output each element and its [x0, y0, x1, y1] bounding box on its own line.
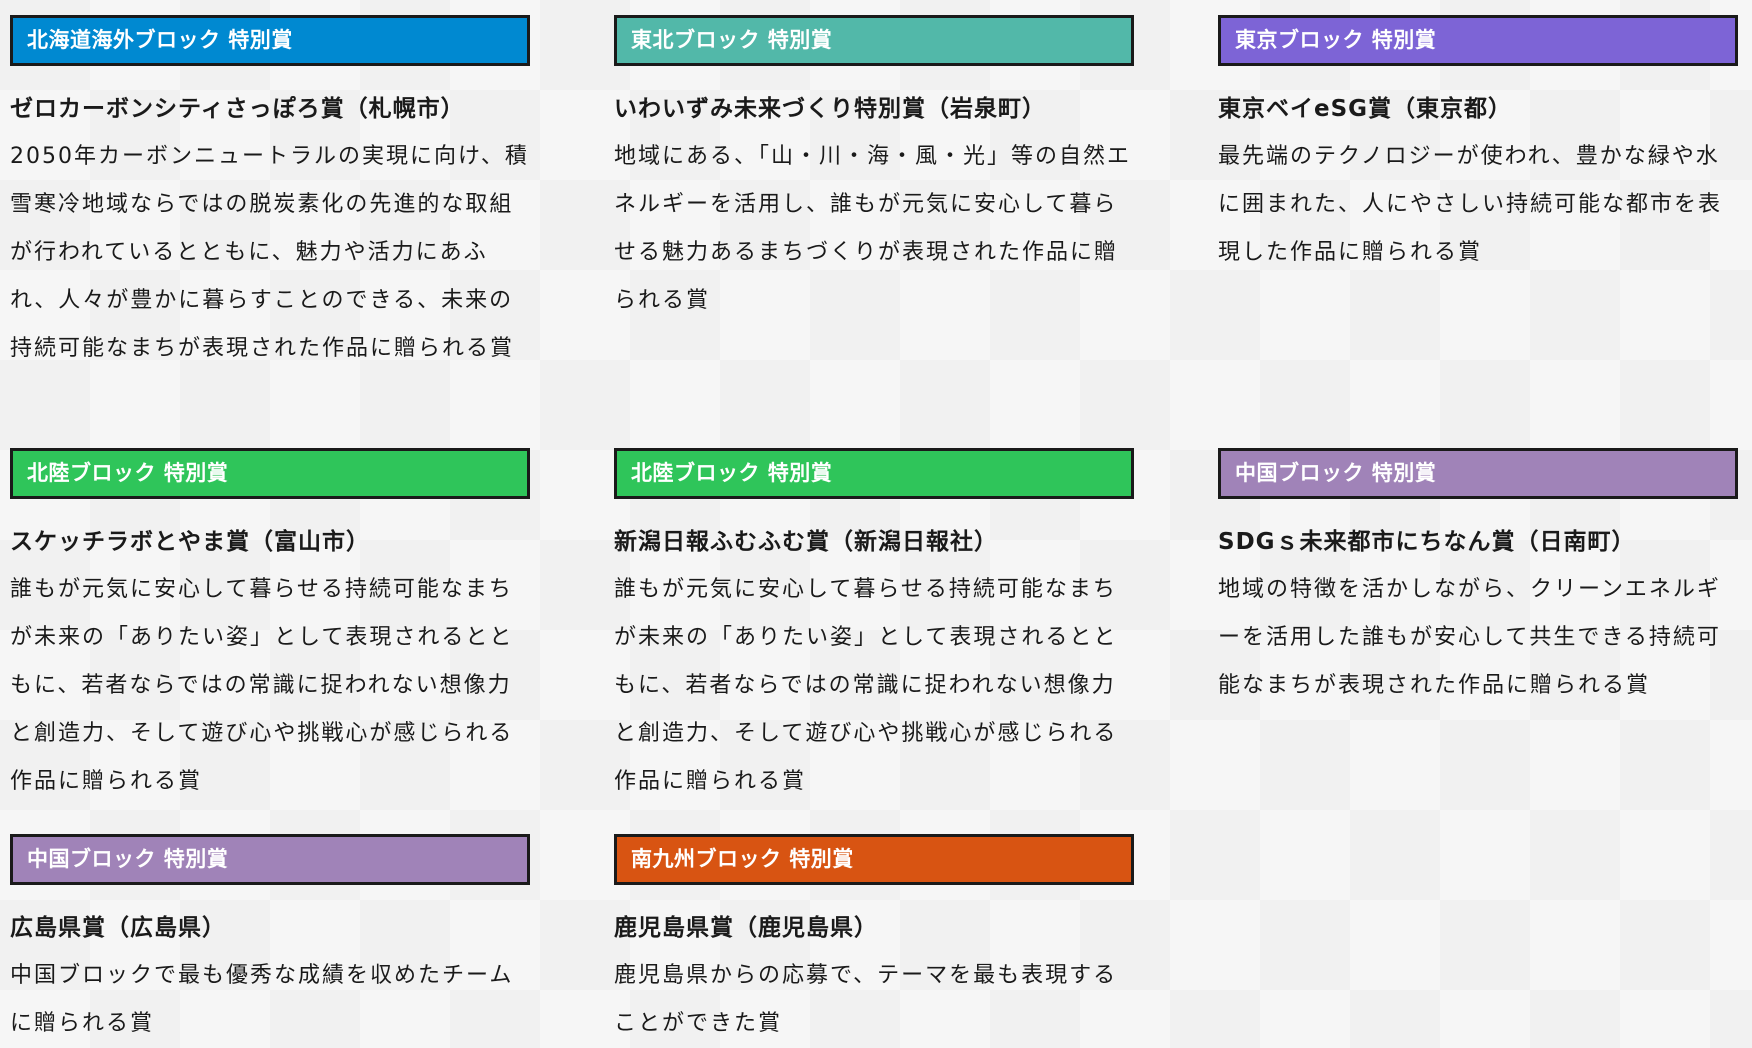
award-card: 北海道海外ブロック 特別賞 ゼロカーボンシティさっぽろ賞（札幌市） 2050年カ… [10, 15, 530, 448]
block-badge: 南九州ブロック 特別賞 [614, 834, 1134, 885]
block-badge: 東京ブロック 特別賞 [1218, 15, 1738, 66]
award-description: 誰もが元気に安心して暮らせる持続可能なまちが未来の「ありたい姿」として表現される… [614, 577, 1118, 794]
award-name: SDGｓ未来都市にちなん賞（日南町） [1218, 529, 1636, 555]
award-description: 最先端のテクノロジーが使われ、豊かな緑や水に囲まれた、人にやさしい持続可能な都市… [1218, 144, 1723, 265]
block-badge: 東北ブロック 特別賞 [614, 15, 1134, 66]
award-name: スケッチラボとやま賞（富山市） [10, 529, 370, 555]
award-description: 地域にある、「山・川・海・風・光」等の自然エネルギーを活用し、誰もが元気に安心し… [614, 144, 1132, 313]
award-name: 広島県賞（広島県） [10, 915, 226, 941]
award-card: 南九州ブロック 特別賞 鹿児島県賞（鹿児島県） 鹿児島県からの応募で、テーマを最… [614, 834, 1134, 1046]
award-card: 北陸ブロック 特別賞 スケッチラボとやま賞（富山市） 誰もが元気に安心して暮らせ… [10, 448, 530, 834]
award-name: 鹿児島県賞（鹿児島県） [614, 915, 878, 941]
block-badge: 北海道海外ブロック 特別賞 [10, 15, 530, 66]
award-description: 誰もが元気に安心して暮らせる持続可能なまちが未来の「ありたい姿」として表現される… [10, 577, 514, 794]
award-name: 東京ベイeSG賞（東京都） [1218, 96, 1513, 122]
award-card: 東北ブロック 特別賞 いわいずみ未来づくり特別賞（岩泉町） 地域にある、「山・川… [614, 15, 1134, 448]
award-card: 北陸ブロック 特別賞 新潟日報ふむふむ賞（新潟日報社） 誰もが元気に安心して暮ら… [614, 448, 1134, 834]
award-name: 新潟日報ふむふむ賞（新潟日報社） [614, 529, 998, 555]
block-badge: 中国ブロック 特別賞 [10, 834, 530, 885]
award-name: ゼロカーボンシティさっぽろ賞（札幌市） [10, 96, 465, 122]
award-description: 地域の特徴を活かしながら、クリーンエネルギーを活用した誰もが安心して共生できる持… [1218, 577, 1721, 698]
award-card: 中国ブロック 特別賞 広島県賞（広島県） 中国ブロックで最も優秀な成績を収めたチ… [10, 834, 530, 1046]
award-description: 中国ブロックで最も優秀な成績を収めたチームに贈られる賞 [10, 963, 514, 1036]
block-badge: 北陸ブロック 特別賞 [10, 448, 530, 499]
award-card: 東京ブロック 特別賞 東京ベイeSG賞（東京都） 最先端のテクノロジーが使われ、… [1218, 15, 1738, 448]
block-badge: 中国ブロック 特別賞 [1218, 448, 1738, 499]
award-description: 2050年カーボンニュートラルの実現に向け、積雪寒冷地域ならではの脱炭素化の先進… [10, 144, 529, 361]
awards-grid: 北海道海外ブロック 特別賞 ゼロカーボンシティさっぽろ賞（札幌市） 2050年カ… [10, 15, 1740, 1046]
award-card: 中国ブロック 特別賞 SDGｓ未来都市にちなん賞（日南町） 地域の特徴を活かしな… [1218, 448, 1738, 834]
block-badge: 北陸ブロック 特別賞 [614, 448, 1134, 499]
award-name: いわいずみ未来づくり特別賞（岩泉町） [614, 96, 1046, 122]
award-description: 鹿児島県からの応募で、テーマを最も表現することができた賞 [614, 963, 1118, 1036]
